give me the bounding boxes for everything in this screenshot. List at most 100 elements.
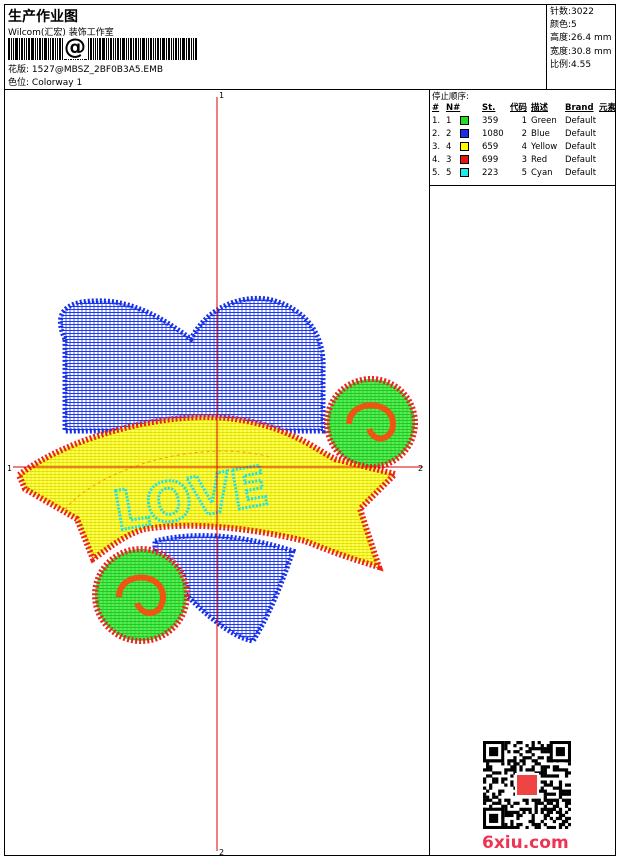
barcode-bar (35, 38, 36, 60)
qr-module (519, 822, 523, 827)
barcode-bar (19, 38, 20, 60)
qr-module (549, 816, 553, 821)
design-preview: LOVE 1 2 1 2 (5, 89, 430, 855)
cell-c5: Green (531, 116, 557, 126)
qr-module (555, 810, 560, 815)
qr-module (564, 798, 569, 802)
qr-module (501, 789, 505, 793)
qr-module (567, 783, 571, 787)
qr-module (546, 759, 550, 763)
barcode-bar (168, 38, 170, 60)
qr-module (567, 789, 571, 793)
barcode-bar (108, 38, 109, 60)
qr-module (504, 804, 508, 808)
qr-module (558, 810, 563, 815)
qr-module (561, 768, 566, 772)
qr-module (567, 798, 571, 802)
barcode-bar (11, 38, 12, 60)
qr-module (546, 825, 550, 829)
qr-module (483, 780, 487, 784)
qr-module (483, 768, 487, 772)
qr-module (531, 816, 535, 821)
barcode-bar (166, 38, 167, 60)
qr-module (489, 813, 499, 823)
qr-module (516, 762, 520, 766)
qr-module (543, 792, 547, 796)
qr-module (564, 810, 569, 815)
qr-module (531, 759, 535, 763)
qr-module (507, 801, 511, 805)
qr-module (504, 825, 508, 829)
stats-box: 针数:3022 颜色:5 高度:26.4 mm 宽度:30.8 mm 比例:4.… (546, 5, 615, 89)
barcode-bar (188, 38, 190, 60)
qr-module (564, 771, 569, 775)
qr-module (552, 765, 557, 769)
qr-module (558, 768, 563, 772)
barcode-bar (135, 38, 137, 60)
qr-code (483, 741, 571, 829)
qr-module (546, 774, 550, 778)
qr-module (540, 810, 544, 815)
qr-module (519, 813, 523, 818)
barcode-bar (178, 38, 179, 60)
qr-module (543, 816, 547, 821)
qr-module (561, 819, 566, 824)
page-title: 生产作业图 (8, 9, 78, 25)
qr-module (519, 759, 523, 763)
barcode-bar (44, 38, 47, 60)
qr-module (558, 807, 563, 811)
qr-module (525, 768, 529, 772)
qr-module (564, 819, 569, 824)
qr-module (501, 762, 505, 766)
cell-c4: 2 (521, 129, 527, 139)
cell-c0: 3. (432, 142, 441, 152)
qr-module (546, 756, 550, 760)
stat-stitches: 针数:3022 (550, 7, 594, 17)
qr-module (549, 798, 553, 802)
qr-module (495, 780, 499, 784)
qr-module (513, 756, 517, 760)
qr-module (510, 813, 514, 818)
barcode-bar (133, 38, 134, 60)
qr-module (543, 798, 547, 802)
qr-module (546, 783, 550, 787)
qr-module (552, 768, 557, 772)
cell-c0: 1. (432, 116, 441, 126)
qr-module (558, 816, 563, 821)
qr-module (564, 792, 569, 796)
qr-module (531, 765, 535, 769)
qr-module (543, 783, 547, 787)
qr-module (516, 813, 520, 818)
qr-module (498, 771, 502, 775)
qr-module (540, 768, 544, 772)
barcode-bar (193, 38, 194, 60)
axis-right-label: 2 (418, 464, 423, 473)
qr-module (507, 750, 511, 754)
swatch-cell (460, 167, 482, 180)
qr-module (546, 807, 550, 811)
qr-module (510, 825, 514, 829)
qr-module (531, 768, 535, 772)
qr-module (507, 768, 511, 772)
qr-module (540, 756, 544, 760)
qr-module (537, 822, 541, 827)
qr-module (483, 801, 487, 805)
stop-sequence-table: # N# St. 代码 描述 Brand 元素 1. 1 359 1 Green Defa… (432, 102, 619, 180)
qr-module (492, 792, 496, 796)
qr-module (537, 756, 541, 760)
qr-module (555, 774, 560, 778)
qr-module (558, 813, 563, 818)
cell-c1: 3 (446, 155, 452, 165)
qr-module (486, 762, 490, 766)
qr-module (483, 777, 487, 781)
qr-module (498, 792, 502, 796)
cell-c5: Red (531, 155, 548, 165)
qr-module (540, 765, 544, 769)
qr-module (528, 750, 532, 754)
qr-module (534, 747, 538, 751)
qr-module (522, 756, 526, 760)
qr-module (501, 804, 505, 808)
qr-module (540, 801, 544, 805)
color-swatch (460, 116, 469, 125)
cell-c4: 1 (521, 116, 527, 126)
